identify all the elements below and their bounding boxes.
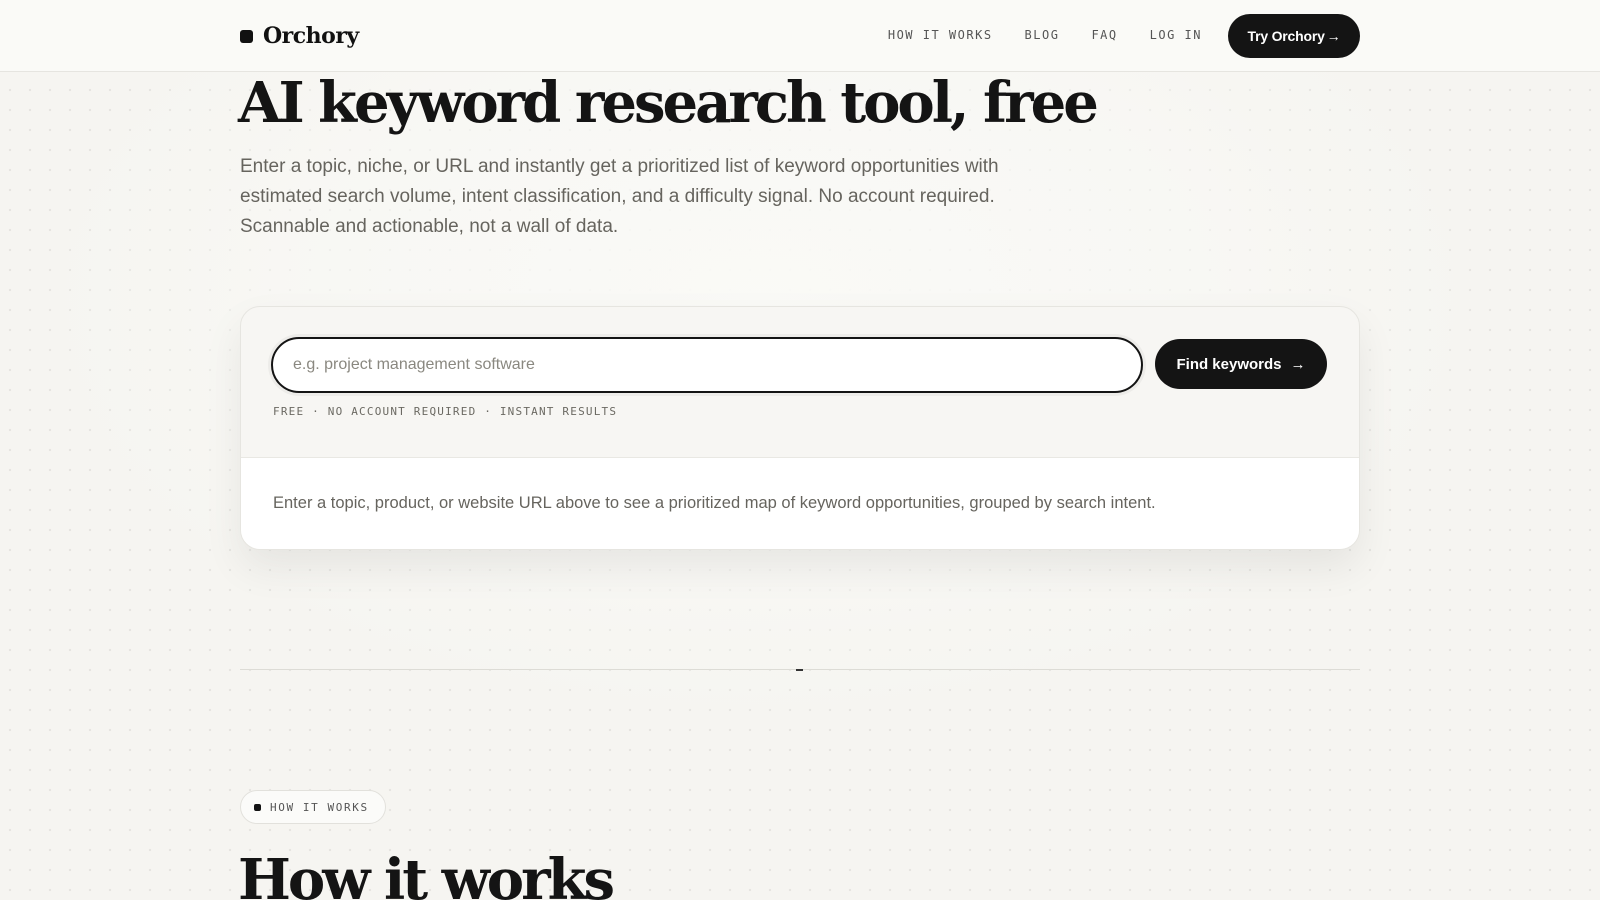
keyword-search-card: Find keywords → FREE · NO ACCOUNT REQUIR… bbox=[240, 306, 1360, 550]
find-keywords-button[interactable]: Find keywords → bbox=[1155, 339, 1327, 389]
hero-subtitle: Enter a topic, niche, or URL and instant… bbox=[240, 156, 999, 237]
divider-marker bbox=[796, 669, 803, 671]
try-orchory-label: Try Orchory bbox=[1247, 28, 1325, 44]
main-nav: HOW IT WORKS BLOG FAQ LOG IN bbox=[888, 0, 1202, 70]
try-orchory-button[interactable]: Try Orchory → bbox=[1228, 14, 1360, 58]
site-header: Orchory HOW IT WORKS BLOG FAQ LOG IN Try… bbox=[0, 0, 1600, 72]
nav-link-log-in[interactable]: LOG IN bbox=[1150, 28, 1202, 42]
brand-logo-link[interactable]: Orchory bbox=[240, 19, 359, 53]
square-logo-icon bbox=[240, 29, 253, 43]
search-meta-note: FREE · NO ACCOUNT REQUIRED · INSTANT RES… bbox=[273, 405, 618, 418]
arrow-right-icon: → bbox=[1326, 28, 1341, 44]
page-title: AI keyword research tool, free bbox=[238, 70, 1099, 136]
topic-search-input[interactable] bbox=[271, 337, 1143, 393]
badge-dot-icon bbox=[254, 803, 261, 811]
arrow-right-icon: → bbox=[1290, 355, 1306, 373]
find-keywords-label: Find keywords bbox=[1176, 355, 1282, 373]
results-placeholder-panel: Enter a topic, product, or website URL a… bbox=[241, 457, 1359, 549]
nav-link-faq[interactable]: FAQ bbox=[1091, 28, 1117, 42]
how-it-works-title: How it works bbox=[238, 847, 615, 900]
nav-link-how-it-works[interactable]: HOW IT WORKS bbox=[888, 28, 993, 42]
nav-link-blog[interactable]: BLOG bbox=[1025, 28, 1060, 42]
results-hint-text: Enter a topic, product, or website URL a… bbox=[273, 494, 1156, 512]
brand-name: Orchory bbox=[263, 23, 359, 49]
how-it-works-badge: HOW IT WORKS bbox=[240, 790, 386, 824]
badge-label: HOW IT WORKS bbox=[270, 800, 369, 814]
